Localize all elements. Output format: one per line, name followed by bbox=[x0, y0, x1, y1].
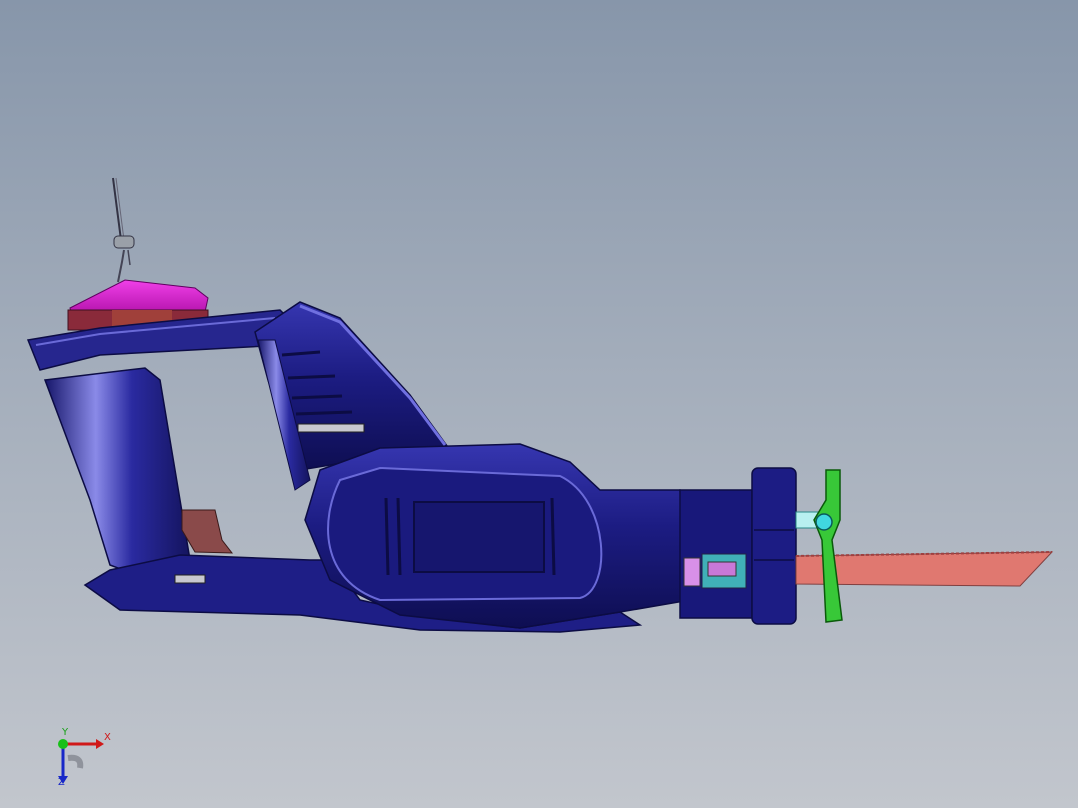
y-axis-dot bbox=[58, 739, 68, 749]
orientation-triad[interactable]: X Y Z bbox=[48, 728, 118, 790]
rear-grip[interactable] bbox=[43, 339, 311, 581]
reciprocating-mechanism bbox=[683, 553, 747, 589]
blade-clamp[interactable] bbox=[795, 469, 843, 623]
y-axis-label: Y bbox=[62, 727, 69, 738]
z-axis-label: Z bbox=[58, 777, 65, 788]
x-axis-label: X bbox=[104, 732, 111, 743]
clamp-pin bbox=[815, 513, 833, 531]
graphics-viewport[interactable]: X Y Z bbox=[0, 0, 1078, 808]
battery-wire bbox=[112, 177, 135, 283]
nose-housing[interactable] bbox=[679, 467, 797, 625]
saw-model[interactable] bbox=[0, 0, 1078, 808]
trigger[interactable] bbox=[181, 509, 234, 554]
